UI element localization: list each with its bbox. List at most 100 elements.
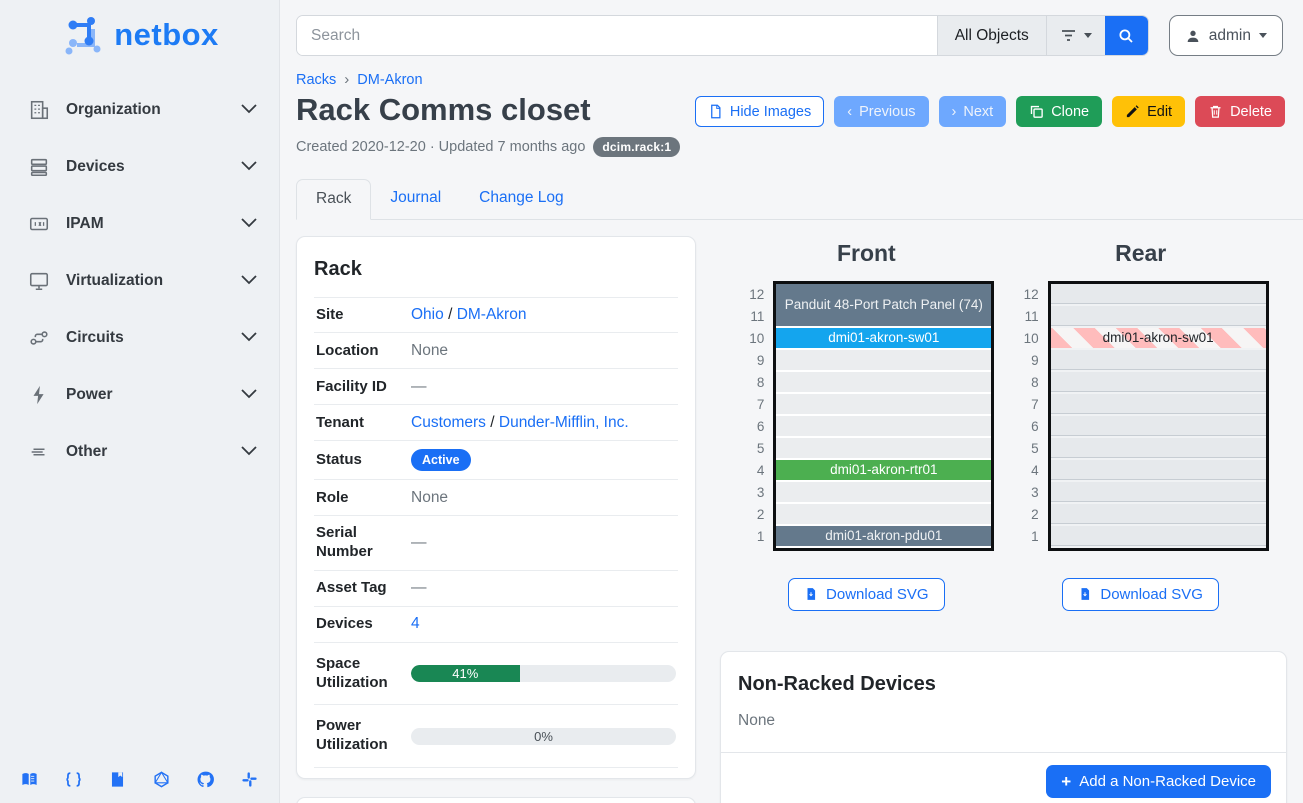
lightning-icon xyxy=(28,384,50,406)
empty-unit-slot[interactable] xyxy=(1051,482,1266,504)
empty-unit-slot[interactable] xyxy=(1051,504,1266,526)
front-rack-frame: Panduit 48-Port Patch Panel (74)dmi01-ak… xyxy=(773,281,994,551)
empty-unit-slot[interactable] xyxy=(776,416,991,438)
breadcrumb-site-link[interactable]: DM-Akron xyxy=(357,72,422,88)
tab-change-log[interactable]: Change Log xyxy=(460,179,582,219)
table-row-status: Status Active xyxy=(314,441,678,480)
facility-id-value: — xyxy=(411,378,676,396)
netbox-wordmark: netbox xyxy=(114,17,219,53)
unit-number: 4 xyxy=(738,460,764,482)
action-buttons: Hide Images ‹ Previous › Next Clone Edit xyxy=(695,92,1285,127)
empty-unit-slot[interactable] xyxy=(1051,460,1266,482)
sidebar-item-virtualization[interactable]: Virtualization xyxy=(0,261,279,301)
table-row-serial-number: Serial Number — xyxy=(314,516,678,571)
unit-number: 1 xyxy=(738,526,764,548)
unit-number: 6 xyxy=(738,416,764,438)
non-racked-devices-card: Non-Racked Devices None + Add a Non-Rack… xyxy=(720,651,1287,803)
unit-number: 2 xyxy=(738,504,764,526)
search-input[interactable] xyxy=(297,16,937,55)
slack-icon[interactable] xyxy=(240,770,259,789)
tab-journal[interactable]: Journal xyxy=(371,179,460,219)
empty-unit-slot[interactable] xyxy=(776,372,991,394)
docs-book-icon[interactable] xyxy=(20,770,39,789)
rack-device[interactable]: dmi01-akron-sw01 xyxy=(1051,328,1266,348)
sidebar-item-power[interactable]: Power xyxy=(0,375,279,415)
tab-rack[interactable]: Rack xyxy=(296,179,371,220)
empty-unit-slot[interactable] xyxy=(1051,284,1266,306)
sidebar-item-circuits[interactable]: Circuits xyxy=(0,318,279,358)
previous-button[interactable]: ‹ Previous xyxy=(834,96,928,127)
topbar: All Objects admin xyxy=(280,0,1303,56)
search-scope-button[interactable]: All Objects xyxy=(937,16,1046,55)
next-button[interactable]: › Next xyxy=(939,96,1007,127)
rear-elevation-title: Rear xyxy=(1115,240,1166,267)
delete-button[interactable]: Delete xyxy=(1195,96,1285,127)
code-braces-icon[interactable] xyxy=(64,770,83,789)
app-root: netbox Organization Devices xyxy=(0,0,1303,803)
empty-unit-slot[interactable] xyxy=(1051,526,1266,548)
tenant-link[interactable]: Dunder-Mifflin, Inc. xyxy=(499,414,629,431)
netbox-logo[interactable]: netbox xyxy=(0,0,279,64)
empty-unit-slot[interactable] xyxy=(1051,306,1266,328)
empty-unit-slot[interactable] xyxy=(1051,438,1266,460)
site-region-link[interactable]: Ohio xyxy=(411,306,444,323)
table-row-devices: Devices 4 xyxy=(314,607,678,643)
breadcrumb-racks-link[interactable]: Racks xyxy=(296,72,336,88)
space-utilization-bar: 41% xyxy=(411,665,676,682)
unit-number: 6 xyxy=(1013,416,1039,438)
sidebar-item-ipam[interactable]: IPAM xyxy=(0,204,279,244)
sidebar-item-devices[interactable]: Devices xyxy=(0,147,279,187)
empty-unit-slot[interactable] xyxy=(776,482,991,504)
rack-info-card: Rack Site Ohio / DM-Akron Location xyxy=(296,236,696,779)
front-download-svg-button[interactable]: Download SVG xyxy=(788,578,945,611)
empty-unit-slot[interactable] xyxy=(776,438,991,460)
left-column: Rack Site Ohio / DM-Akron Location xyxy=(296,236,696,787)
devices-count-link[interactable]: 4 xyxy=(411,615,420,632)
rack-device[interactable]: dmi01-akron-rtr01 xyxy=(776,460,991,480)
page-header: Rack Comms closet Hide Images ‹ Previous… xyxy=(296,92,1285,128)
sidebar-footer xyxy=(0,770,279,789)
github-icon[interactable] xyxy=(196,770,215,789)
graphql-icon[interactable] xyxy=(152,770,171,789)
empty-unit-slot[interactable] xyxy=(1051,394,1266,416)
edit-button[interactable]: Edit xyxy=(1112,96,1185,127)
search-filter-button[interactable] xyxy=(1046,16,1105,55)
unit-number: 2 xyxy=(1013,504,1039,526)
power-utilization-bar: 0% xyxy=(411,728,676,745)
search-submit-button[interactable] xyxy=(1105,16,1148,55)
journal-icon[interactable] xyxy=(108,770,127,789)
tenant-group-link[interactable]: Customers xyxy=(411,414,486,431)
table-row-tenant: Tenant Customers / Dunder-Mifflin, Inc. xyxy=(314,405,678,441)
user-menu-button[interactable]: admin xyxy=(1169,15,1283,56)
rack-device[interactable]: dmi01-akron-sw01 xyxy=(776,328,991,348)
hide-images-button[interactable]: Hide Images xyxy=(695,96,824,127)
chevron-down-icon xyxy=(241,158,257,176)
sidebar-item-label: Organization xyxy=(66,101,161,119)
rack-device[interactable]: Panduit 48-Port Patch Panel (74) xyxy=(776,284,991,326)
content-area: Rack Site Ohio / DM-Akron Location xyxy=(280,220,1303,803)
unit-number: 3 xyxy=(738,482,764,504)
empty-unit-slot[interactable] xyxy=(1051,350,1266,372)
unit-number: 1 xyxy=(1013,526,1039,548)
server-icon xyxy=(28,156,50,178)
empty-unit-slot[interactable] xyxy=(776,504,991,526)
empty-unit-slot[interactable] xyxy=(1051,416,1266,438)
rack-device[interactable]: dmi01-akron-pdu01 xyxy=(776,526,991,546)
sidebar-item-organization[interactable]: Organization xyxy=(0,90,279,130)
sidebar-item-other[interactable]: Other xyxy=(0,432,279,472)
empty-unit-slot[interactable] xyxy=(776,394,991,416)
add-non-racked-device-button[interactable]: + Add a Non-Racked Device xyxy=(1046,765,1271,798)
front-unit-numbers: 121110987654321 xyxy=(738,281,764,551)
chevron-down-icon xyxy=(241,386,257,404)
pencil-icon xyxy=(1125,104,1140,119)
unit-number: 5 xyxy=(1013,438,1039,460)
clone-button[interactable]: Clone xyxy=(1016,96,1102,127)
created-updated-text: Created 2020-12-20 · Updated 7 months ag… xyxy=(296,139,585,155)
unit-number: 11 xyxy=(1013,306,1039,328)
empty-unit-slot[interactable] xyxy=(776,350,991,372)
site-link[interactable]: DM-Akron xyxy=(457,306,527,323)
filter-icon xyxy=(1060,28,1077,43)
transit-connection-icon xyxy=(28,327,50,349)
empty-unit-slot[interactable] xyxy=(1051,372,1266,394)
rear-download-svg-button[interactable]: Download SVG xyxy=(1062,578,1219,611)
